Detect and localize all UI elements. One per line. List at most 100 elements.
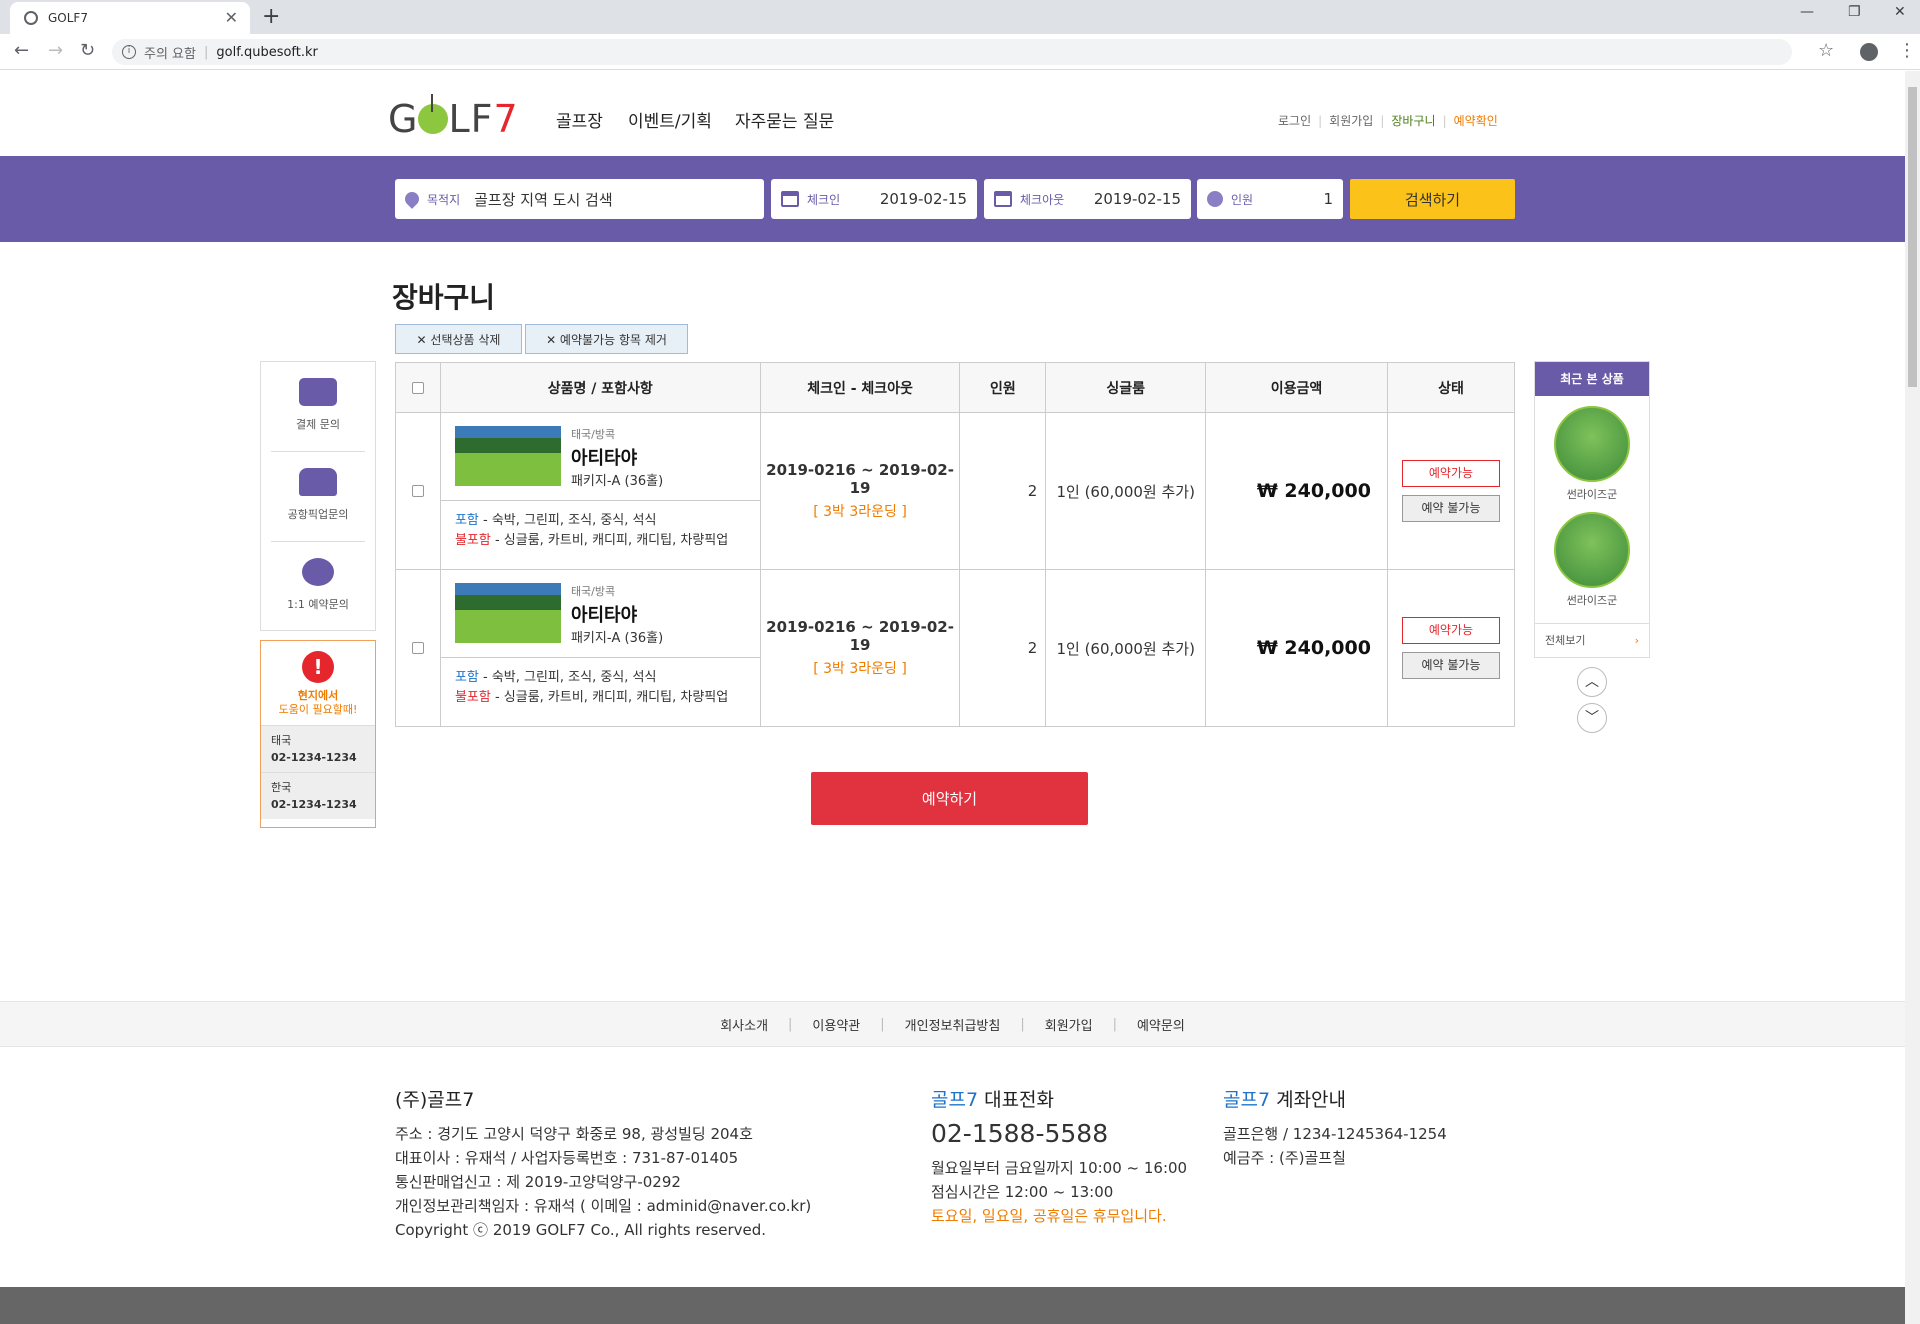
lunch-hours: 점심시간은 12:00 ~ 13:00 <box>931 1183 1114 1201</box>
include-text: - 숙박, 그린피, 조식, 중식, 석식 <box>478 670 657 685</box>
footer-link-privacy[interactable]: 개인정보취급방침 <box>905 1015 1001 1034</box>
scroll-up-button[interactable]: ︿ <box>1577 667 1607 697</box>
exclude-text: - 싱글룸, 카트비, 캐디피, 캐디팁, 차량픽업 <box>490 690 729 705</box>
calendar-icon <box>781 191 799 207</box>
nav-events[interactable]: 이벤트/기획 <box>628 107 712 132</box>
url-field[interactable]: i 주의 요함 | golf.qubesoft.kr <box>112 39 1792 65</box>
back-icon[interactable]: ← <box>14 40 29 61</box>
scrollbar-thumb[interactable] <box>1908 87 1917 387</box>
guests-value: 1 <box>1323 190 1333 208</box>
account-icon[interactable] <box>1860 43 1878 61</box>
product-name[interactable]: 아티타야 <box>571 444 663 470</box>
golf7-logo[interactable]: G LF7 <box>388 94 519 141</box>
business-hours: 월요일부터 금요일까지 10:00 ~ 16:00 <box>931 1159 1188 1177</box>
window-close-icon[interactable]: ✕ <box>1894 4 1906 20</box>
status-available-button[interactable]: 예약가능 <box>1401 617 1500 644</box>
golf-course-thumbnail[interactable] <box>454 426 561 486</box>
footer-link-company[interactable]: 회사소개 <box>720 1015 768 1034</box>
holiday-notice: 토요일, 일요일, 공휴일은 휴무입니다. <box>931 1207 1167 1225</box>
exclude-label: 불포함 <box>454 533 491 548</box>
footer-divider: | <box>788 1016 793 1032</box>
footer-link-inquiry[interactable]: 예약문의 <box>1137 1015 1185 1034</box>
bookmark-star-icon[interactable]: ☆ <box>1818 40 1834 61</box>
logo-seven: 7 <box>493 97 519 141</box>
single-room-cell: 1인 (60,000원 추가) <box>1045 569 1207 727</box>
nav-golf-course[interactable]: 골프장 <box>556 107 603 132</box>
bank-title: 계좌안내 <box>1270 1089 1347 1111</box>
main-phone: 02-1588-5588 <box>931 1119 1109 1148</box>
restore-icon[interactable]: ❐ <box>1848 4 1861 20</box>
status-available-button[interactable]: 예약가능 <box>1401 460 1500 487</box>
checkout-label: 체크아웃 <box>1020 192 1065 207</box>
help-title: 현지에서 <box>297 689 339 702</box>
new-tab-button[interactable]: + <box>262 4 280 29</box>
search-button[interactable]: 검색하기 <box>1350 179 1515 219</box>
footer-divider: | <box>1020 1016 1025 1032</box>
product-inclusions: 포함 - 숙박, 그린피, 조식, 중식, 석식 불포함 - 싱글룸, 카트비,… <box>441 501 760 569</box>
checkin-field[interactable]: 체크인 2019-02-15 <box>771 179 977 219</box>
checkout-value: 2019-02-15 <box>1093 190 1181 208</box>
column-header: 체크인 - 체크아웃 <box>759 362 961 413</box>
footer-bottom-bar <box>0 1287 1905 1324</box>
calendar-icon <box>994 191 1012 207</box>
minimize-icon[interactable]: — <box>1800 4 1814 20</box>
footer-link-signup[interactable]: 회원가입 <box>1045 1015 1093 1034</box>
date-range: 2019-0216 ~ 2019-02-19 <box>766 618 954 654</box>
util-divider: | <box>1442 114 1447 128</box>
scroll-down-button[interactable]: ﹀ <box>1577 703 1607 733</box>
page-scrollbar[interactable] <box>1905 71 1920 1324</box>
signup-link[interactable]: 회원가입 <box>1329 114 1373 128</box>
footer-link-terms[interactable]: 이용약관 <box>812 1015 860 1034</box>
row-checkbox[interactable] <box>411 642 424 654</box>
product-package: 패키지-A (36홀) <box>570 474 664 489</box>
status-unavailable-button[interactable]: 예약 불가능 <box>1401 495 1500 522</box>
help-text: 현지에서 도움이 필요할때! <box>261 689 375 717</box>
product-cell: 태국/방콕 아티타야 패키지-A (36홀) 포함 - 숙박, 그린피, 조식,… <box>439 569 761 727</box>
info-icon[interactable]: i <box>122 45 136 59</box>
recent-item-thumbnail[interactable] <box>1554 406 1630 482</box>
remove-unavailable-button[interactable]: ✕ 예약불가능 항목 제거 <box>525 324 688 354</box>
quick-payment-inquiry[interactable]: 결제 문의 <box>271 362 365 452</box>
column-header: 인원 <box>959 362 1047 413</box>
url-text: golf.qubesoft.kr <box>216 44 318 60</box>
browser-tab-bar: GOLF7 ✕ + — ❐ ✕ <box>0 0 1920 34</box>
recent-item-thumbnail[interactable] <box>1554 512 1630 588</box>
company-ceo: 대표이사 : 유재석 / 사업자등록번호 : 731-87-01405 <box>395 1149 739 1167</box>
exclude-line: 불포함 - 싱글룸, 카트비, 캐디피, 캐디팁, 차량픽업 <box>455 688 746 708</box>
phone-info: 골프7 대표전화 02-1588-5588 월요일부터 금요일까지 10:00 … <box>931 1088 1187 1228</box>
util-menu: 로그인 | 회원가입 | 장바구니 | 예약확인 <box>1278 112 1498 129</box>
browser-tab[interactable]: GOLF7 ✕ <box>10 2 250 34</box>
reload-icon[interactable]: ↻ <box>80 40 95 61</box>
exclamation-icon: ! <box>302 651 334 683</box>
delete-selected-button[interactable]: ✕ 선택상품 삭제 <box>395 324 522 354</box>
product-name[interactable]: 아티타야 <box>571 601 663 627</box>
quick-reservation-inquiry[interactable]: 1:1 예약문의 <box>271 542 365 632</box>
golf-ball-icon <box>418 94 449 134</box>
select-all-checkbox[interactable] <box>411 381 424 394</box>
phone-title: 대표전화 <box>978 1089 1055 1111</box>
menu-kebab-icon[interactable]: ⋮ <box>1898 40 1916 61</box>
reservation-check-link[interactable]: 예약확인 <box>1454 114 1498 128</box>
guests-field[interactable]: 인원 1 <box>1197 179 1343 219</box>
product-region: 태국/방콕 <box>570 428 616 441</box>
reserve-button[interactable]: 예약하기 <box>811 772 1088 825</box>
exclude-label: 불포함 <box>454 690 491 705</box>
destination-field[interactable]: 목적지 골프장 지역 도시 검색 <box>395 179 764 219</box>
thailand-label: 태국 <box>271 734 292 747</box>
tab-close-icon[interactable]: ✕ <box>225 8 238 27</box>
company-info: (주)골프7 주소 : 경기도 고양시 덕양구 화중로 98, 광성빌딩 204… <box>395 1088 811 1242</box>
product-info: 태국/방콕 아티타야 패키지-A (36홀) <box>571 583 663 649</box>
checkout-field[interactable]: 체크아웃 2019-02-15 <box>984 179 1191 219</box>
person-icon <box>1207 191 1223 207</box>
row-checkbox[interactable] <box>411 485 424 497</box>
cart-link[interactable]: 장바구니 <box>1391 114 1435 128</box>
view-all-link[interactable]: 전체보기 › <box>1535 623 1649 657</box>
forward-icon[interactable]: → <box>48 40 63 61</box>
login-link[interactable]: 로그인 <box>1278 114 1311 128</box>
include-line: 포함 - 숙박, 그린피, 조식, 중식, 석식 <box>455 511 746 531</box>
quick-airport-pickup[interactable]: 공항픽업문의 <box>271 452 365 542</box>
nav-faq[interactable]: 자주묻는 질문 <box>735 107 834 132</box>
status-unavailable-button[interactable]: 예약 불가능 <box>1401 652 1500 679</box>
include-label: 포함 <box>454 670 479 685</box>
golf-course-thumbnail[interactable] <box>454 583 561 643</box>
